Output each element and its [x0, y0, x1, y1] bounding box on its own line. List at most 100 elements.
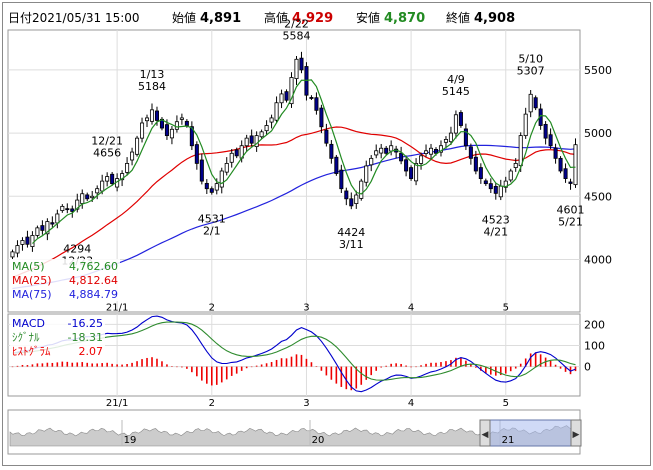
annotation-date: 3/11 [339, 238, 364, 251]
candle-body [40, 225, 45, 231]
histogram-bar [290, 356, 293, 367]
candle [508, 168, 513, 183]
histogram-bar [26, 365, 29, 367]
candle-body [125, 163, 130, 173]
peak-annotation: 1/135184 [138, 68, 166, 93]
histogram-bar [116, 364, 118, 367]
candle-body [249, 135, 254, 144]
candle-body [299, 57, 304, 71]
histogram-bar [509, 366, 512, 372]
candle-body [344, 190, 349, 200]
candle-body [149, 109, 155, 122]
candle-body [224, 163, 229, 173]
price-y-tick-label: 5000 [584, 127, 612, 140]
histogram-bar [554, 364, 557, 367]
histogram-bar [161, 361, 163, 367]
candle-body [374, 150, 379, 156]
histogram-bar [415, 366, 417, 368]
navigator-year-label: 19 [124, 435, 137, 446]
open-label: 始値 [172, 10, 196, 25]
candle-body [279, 93, 284, 104]
peak-annotation: 12/214656 [91, 135, 123, 160]
candle-body [60, 205, 65, 211]
histogram-bar [66, 361, 69, 367]
candle-body [164, 124, 169, 137]
histogram-bar [230, 366, 233, 376]
candle-body [199, 159, 204, 182]
candle-body [379, 147, 384, 154]
navigator-selection[interactable] [479, 419, 579, 447]
close-value: 4,908 [474, 11, 515, 26]
histogram-bar [260, 364, 263, 367]
candle-body [214, 183, 219, 191]
hist-value: 2.07 [79, 345, 104, 358]
candle-body [553, 147, 558, 159]
candle-body [453, 114, 458, 134]
histogram-bar [395, 363, 397, 367]
histogram-bar [335, 366, 338, 384]
annotation-date: 4/21 [483, 225, 508, 238]
candle-body [144, 117, 150, 122]
histogram-bar [206, 366, 208, 384]
macd-y-tick-label: 100 [584, 339, 605, 352]
candle-body [85, 194, 90, 200]
candle [573, 138, 578, 188]
candle-body [259, 131, 264, 138]
histogram-bar [126, 364, 128, 367]
histogram-bar [41, 363, 44, 367]
candle-body [433, 148, 439, 154]
candle-body [140, 122, 145, 139]
histogram-bar [156, 358, 158, 367]
candle-body [508, 170, 513, 181]
histogram-bar [106, 362, 108, 367]
histogram-bar [325, 366, 328, 376]
candle-body [30, 235, 35, 247]
low-label: 安値 [356, 10, 380, 25]
date-value: 2021/05/31 15:00 [32, 11, 140, 25]
histogram-bar [131, 362, 133, 367]
histogram-bar [280, 358, 283, 367]
x-tick-label: 21/1 [106, 398, 128, 409]
histogram-bar [320, 366, 323, 371]
histogram-bar [385, 365, 387, 367]
histogram-bar [186, 366, 188, 369]
histogram-bar [46, 362, 49, 367]
candle-body [488, 183, 493, 190]
candle-body [478, 167, 483, 179]
candle-body [573, 144, 578, 186]
candle-body [329, 143, 334, 159]
histogram-bar [91, 363, 94, 367]
candle-body [169, 128, 174, 139]
annotation-price: 4656 [93, 147, 121, 160]
candle-body [174, 121, 179, 130]
histogram-bar [300, 354, 303, 367]
candle-body [558, 157, 563, 172]
signal-value: -18.31 [68, 331, 103, 344]
candle-body [130, 151, 135, 161]
annotation-price: 5584 [282, 29, 310, 42]
candle-body [15, 245, 20, 254]
candle-body [568, 181, 573, 184]
x-tick-label: 4 [408, 398, 414, 409]
histogram-bar [121, 364, 123, 367]
histogram-bar [475, 366, 477, 368]
histogram-bar [345, 366, 348, 390]
histogram-bar [56, 362, 59, 367]
candle-body [25, 236, 30, 245]
histogram-bar [21, 364, 24, 367]
histogram-bar [201, 366, 203, 381]
candle-body [468, 146, 473, 159]
histogram-bar [420, 365, 422, 367]
candle-body [269, 117, 274, 123]
histogram-bar [141, 359, 143, 367]
histogram-bar [146, 357, 148, 367]
histogram-bar [136, 361, 138, 367]
histogram-bar [191, 366, 193, 373]
histogram-bar [176, 366, 178, 368]
annotation-price: 5184 [138, 80, 166, 93]
date-label: 日付 [8, 11, 32, 25]
macd-label: MACD [12, 317, 45, 330]
histogram-bar [460, 357, 462, 367]
histogram-bar [245, 366, 248, 369]
navigator-year-label: 21 [502, 435, 515, 446]
